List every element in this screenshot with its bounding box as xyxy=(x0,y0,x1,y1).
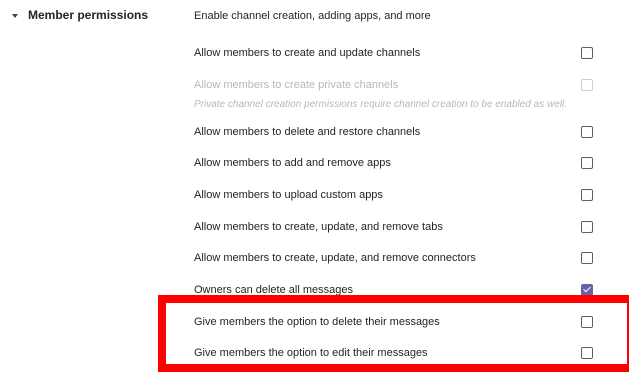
permission-row-edit-own-messages: Give members the option to edit their me… xyxy=(194,345,594,363)
section-title: Member permissions xyxy=(28,8,149,22)
permission-label: Allow members to add and remove apps xyxy=(194,157,391,169)
permission-label: Allow members to create and update chann… xyxy=(194,47,421,59)
permission-label: Owners can delete all messages xyxy=(194,284,353,296)
permission-label: Allow members to create, update, and rem… xyxy=(194,252,476,264)
section-subtitle: Enable channel creation, adding apps, an… xyxy=(194,10,431,22)
permission-row-owners-delete-messages: Owners can delete all messages xyxy=(194,282,594,300)
permission-row-delete-own-messages: Give members the option to delete their … xyxy=(194,314,594,332)
permission-label: Give members the option to delete their … xyxy=(194,316,440,328)
permission-checkbox[interactable] xyxy=(581,157,593,169)
permission-label: Allow members to create private channels xyxy=(194,79,399,91)
permission-checkbox[interactable] xyxy=(581,347,593,359)
permission-row-upload-custom-apps: Allow members to upload custom apps xyxy=(194,187,594,205)
permission-label: Allow members to delete and restore chan… xyxy=(194,126,421,138)
permission-row-connectors: Allow members to create, update, and rem… xyxy=(194,250,594,268)
section-header-member-permissions[interactable]: Member permissions xyxy=(12,8,148,22)
permission-checkbox[interactable] xyxy=(581,221,593,233)
permission-checkbox[interactable] xyxy=(581,316,593,328)
caret-down-icon[interactable] xyxy=(12,13,18,18)
permission-checkbox[interactable] xyxy=(581,252,593,264)
permission-row-add-remove-apps: Allow members to add and remove apps xyxy=(194,155,594,173)
permission-label: Allow members to create, update, and rem… xyxy=(194,221,443,233)
permission-checkbox[interactable] xyxy=(581,189,593,201)
permission-label: Give members the option to edit their me… xyxy=(194,347,428,359)
permission-checkbox[interactable] xyxy=(581,47,593,59)
permission-row-delete-restore-channels: Allow members to delete and restore chan… xyxy=(194,124,594,142)
permission-row-create-update-channels: Allow members to create and update chann… xyxy=(194,45,594,63)
permission-checkbox xyxy=(581,79,593,91)
permission-row-create-private-channels: Allow members to create private channels xyxy=(194,77,594,95)
permission-row-tabs: Allow members to create, update, and rem… xyxy=(194,219,594,237)
permission-checkbox[interactable] xyxy=(581,126,593,138)
permission-label: Allow members to upload custom apps xyxy=(194,189,383,201)
private-channel-note: Private channel creation permissions req… xyxy=(194,99,567,110)
permission-checkbox-checked[interactable] xyxy=(581,284,593,296)
